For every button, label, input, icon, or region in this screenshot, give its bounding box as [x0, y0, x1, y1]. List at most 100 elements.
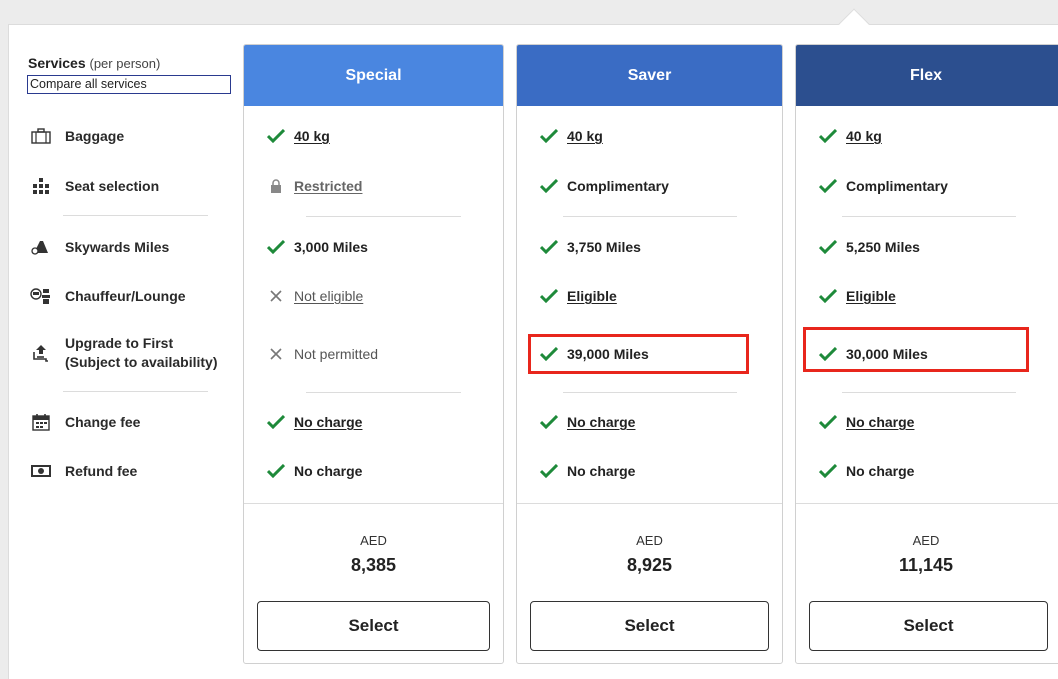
upgrade-value: Not permitted — [294, 346, 379, 362]
baggage-value-link[interactable]: 40 kg — [846, 128, 882, 144]
chauffeur-icon — [30, 286, 52, 306]
service-label: Skywards Miles — [65, 238, 170, 255]
seat-value: Complimentary — [846, 178, 948, 194]
check-icon — [818, 177, 838, 195]
divider — [796, 503, 1058, 504]
check-icon — [266, 127, 286, 145]
services-subtitle: (per person) — [89, 56, 161, 71]
miles-value: 3,750 Miles — [567, 239, 641, 255]
divider — [842, 216, 1016, 217]
compare-all-services-link[interactable]: Compare all services — [27, 75, 231, 94]
fare-saver-baggage: 40 kg — [539, 127, 603, 145]
currency-label: AED — [636, 533, 663, 548]
check-icon — [539, 287, 559, 305]
service-label: Refund fee — [65, 462, 138, 479]
check-icon — [818, 238, 838, 256]
suitcase-icon — [30, 126, 52, 146]
divider — [244, 503, 503, 504]
chauffeur-value-link[interactable]: Eligible — [567, 288, 617, 304]
services-heading: Services (per person) — [28, 55, 160, 71]
seat-value-link[interactable]: Restricted — [294, 178, 362, 194]
check-icon — [818, 413, 838, 431]
services-title: Services — [28, 55, 86, 71]
fare-flex-baggage: 40 kg — [818, 127, 882, 145]
banknote-icon — [30, 461, 52, 481]
refund-fee-value: No charge — [846, 463, 915, 479]
fare-special-miles: 3,000 Miles — [266, 238, 368, 256]
divider — [306, 392, 461, 393]
service-chauffeur-lounge: Chauffeur/Lounge — [30, 286, 186, 306]
upgrade-label-line1: Upgrade to First — [65, 335, 174, 351]
select-flex-button[interactable]: Select — [809, 601, 1048, 651]
miles-value: 3,000 Miles — [294, 239, 368, 255]
fare-special-baggage: 40 kg — [266, 127, 330, 145]
fare-header-saver: Saver — [517, 45, 782, 106]
fare-card-special: Special 40 kg Restricted 3,000 Miles Not… — [243, 44, 504, 664]
service-label: Baggage — [65, 127, 125, 144]
currency-label: AED — [360, 533, 387, 548]
seat-icon — [30, 176, 52, 196]
currency-label: AED — [912, 533, 940, 548]
check-icon — [539, 345, 559, 363]
fare-special-chauffeur: Not eligible — [266, 287, 363, 305]
divider — [842, 392, 1016, 393]
change-fee-link[interactable]: No charge — [846, 414, 914, 430]
miles-value: 5,250 Miles — [846, 239, 920, 255]
fare-saver-chauffeur: Eligible — [539, 287, 617, 305]
upgrade-seat-icon — [30, 343, 52, 363]
baggage-value-link[interactable]: 40 kg — [567, 128, 603, 144]
check-icon — [818, 127, 838, 145]
service-baggage: Baggage — [30, 126, 124, 146]
lock-icon — [266, 177, 286, 195]
service-refund-fee: Refund fee — [30, 461, 137, 481]
check-icon — [539, 177, 559, 195]
baggage-value-link[interactable]: 40 kg — [294, 128, 330, 144]
service-upgrade-to-first: Upgrade to First (Subject to availability… — [30, 334, 217, 372]
fare-special-change: No charge — [266, 413, 362, 431]
fare-flex-chauffeur: Eligible — [818, 287, 896, 305]
fare-header-special: Special — [244, 45, 503, 106]
fare-saver-upgrade: 39,000 Miles — [539, 345, 649, 363]
select-saver-button[interactable]: Select — [530, 601, 769, 651]
fare-saver-miles: 3,750 Miles — [539, 238, 641, 256]
check-icon — [818, 462, 838, 480]
fare-flex-change: No charge — [818, 413, 914, 431]
fare-saver-change: No charge — [539, 413, 635, 431]
divider — [563, 392, 737, 393]
service-label: Seat selection — [65, 177, 160, 194]
fare-card-flex: Flex 40 kg Complimentary 5,250 Miles Eli… — [795, 44, 1058, 664]
change-fee-link[interactable]: No charge — [567, 414, 635, 430]
change-fee-link[interactable]: No charge — [294, 414, 362, 430]
service-label: Chauffeur/Lounge — [65, 287, 186, 304]
fare-flex-refund: No charge — [818, 462, 914, 480]
fare-price: 8,385 — [350, 555, 397, 575]
fare-price: 11,145 — [898, 555, 954, 575]
fare-flex-upgrade: 30,000 Miles — [818, 345, 928, 363]
check-icon — [539, 238, 559, 256]
chauffeur-value-link[interactable]: Not eligible — [294, 288, 363, 304]
seat-value: Complimentary — [567, 178, 669, 194]
upgrade-label-line2: (Subject to availability) — [65, 354, 218, 370]
service-skywards-miles: Skywards Miles — [30, 237, 169, 257]
divider — [63, 391, 208, 392]
refund-fee-value: No charge — [294, 463, 363, 479]
divider — [517, 503, 782, 504]
check-icon — [818, 345, 838, 363]
select-special-button[interactable]: Select — [257, 601, 490, 651]
fare-saver-refund: No charge — [539, 462, 635, 480]
chauffeur-value-link[interactable]: Eligible — [846, 288, 896, 304]
divider — [63, 215, 208, 216]
divider — [306, 216, 461, 217]
check-icon — [539, 462, 559, 480]
check-icon — [266, 462, 286, 480]
service-label: Upgrade to First (Subject to availability… — [65, 334, 217, 372]
check-icon — [539, 413, 559, 431]
fare-price: 8,925 — [626, 555, 673, 575]
airplane-takeoff-icon — [30, 237, 52, 257]
check-icon — [818, 287, 838, 305]
check-icon — [266, 238, 286, 256]
fare-special-seat: Restricted — [266, 177, 362, 195]
cross-icon — [266, 345, 286, 363]
check-icon — [266, 413, 286, 431]
fare-header-flex: Flex — [796, 45, 1058, 106]
